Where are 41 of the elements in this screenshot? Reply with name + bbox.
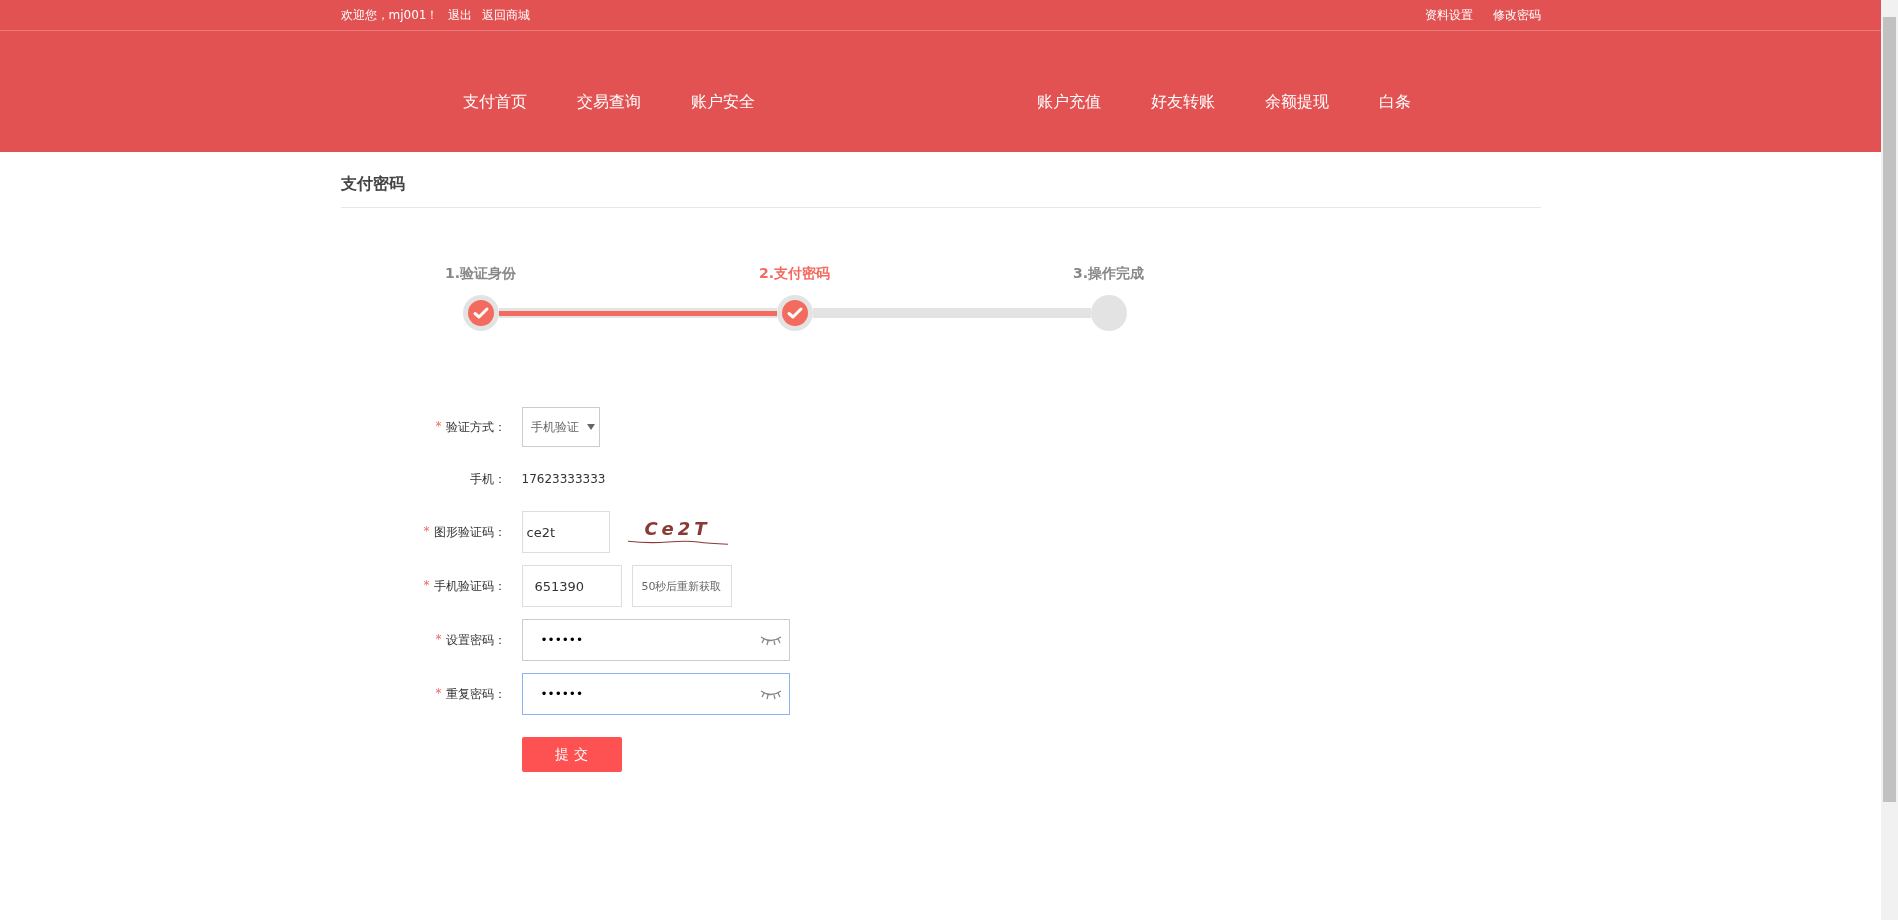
- scrollbar-thumb[interactable]: [1883, 17, 1896, 802]
- closed-eye-icon[interactable]: [759, 688, 782, 700]
- nav-link[interactable]: 好友转账: [1150, 92, 1215, 113]
- scrollbar[interactable]: [1881, 0, 1898, 920]
- captcha-input[interactable]: ce2t: [521, 511, 610, 553]
- required-asterisk: *: [435, 631, 442, 648]
- password-field[interactable]: ••••••: [521, 619, 790, 661]
- resend-button[interactable]: 50秒后重新获取: [631, 565, 732, 607]
- nav-link[interactable]: 余额提现: [1264, 92, 1329, 113]
- nav-link[interactable]: 账户安全: [690, 92, 755, 113]
- top-link[interactable]: 返回商城: [482, 6, 531, 24]
- caret-icon: [586, 424, 595, 430]
- step-label: 2.支付密码: [758, 265, 831, 283]
- submit-button[interactable]: 提 交: [521, 737, 622, 772]
- phone-number: 17623333333: [521, 472, 606, 486]
- required-asterisk: *: [423, 523, 430, 540]
- greeting-text: 欢迎您，mj001！: [340, 6, 439, 24]
- nav-link[interactable]: 白条: [1378, 92, 1411, 113]
- nav-link[interactable]: 支付首页: [462, 92, 527, 113]
- nav-link[interactable]: 账户充值: [1036, 92, 1101, 113]
- closed-eye-icon[interactable]: [759, 634, 782, 646]
- step-label: 3.操作完成: [1072, 265, 1145, 283]
- page-title: 支付密码: [340, 152, 1541, 208]
- top-link[interactable]: 修改密码: [1492, 6, 1541, 24]
- field-label: 手机：: [469, 470, 506, 488]
- password-field[interactable]: ••••••: [521, 673, 790, 715]
- captcha-image[interactable]: Ce2T: [627, 515, 728, 549]
- field-label: 手机验证码：: [433, 577, 506, 595]
- required-asterisk: *: [423, 577, 430, 594]
- field-label: 图形验证码：: [433, 523, 506, 541]
- field-label: 重复密码：: [445, 685, 506, 703]
- required-asterisk: *: [435, 685, 442, 702]
- field-label: 验证方式：: [445, 418, 506, 436]
- sms-code-input[interactable]: 651390: [521, 565, 622, 607]
- top-link[interactable]: 退出: [448, 6, 473, 24]
- method-select[interactable]: 手机验证: [521, 407, 600, 447]
- nav-link[interactable]: 交易查询: [576, 92, 641, 113]
- top-link[interactable]: 资料设置: [1424, 6, 1473, 24]
- required-asterisk: *: [435, 418, 442, 435]
- field-label: 设置密码：: [445, 631, 506, 649]
- step-label: 1.验证身份: [444, 265, 517, 283]
